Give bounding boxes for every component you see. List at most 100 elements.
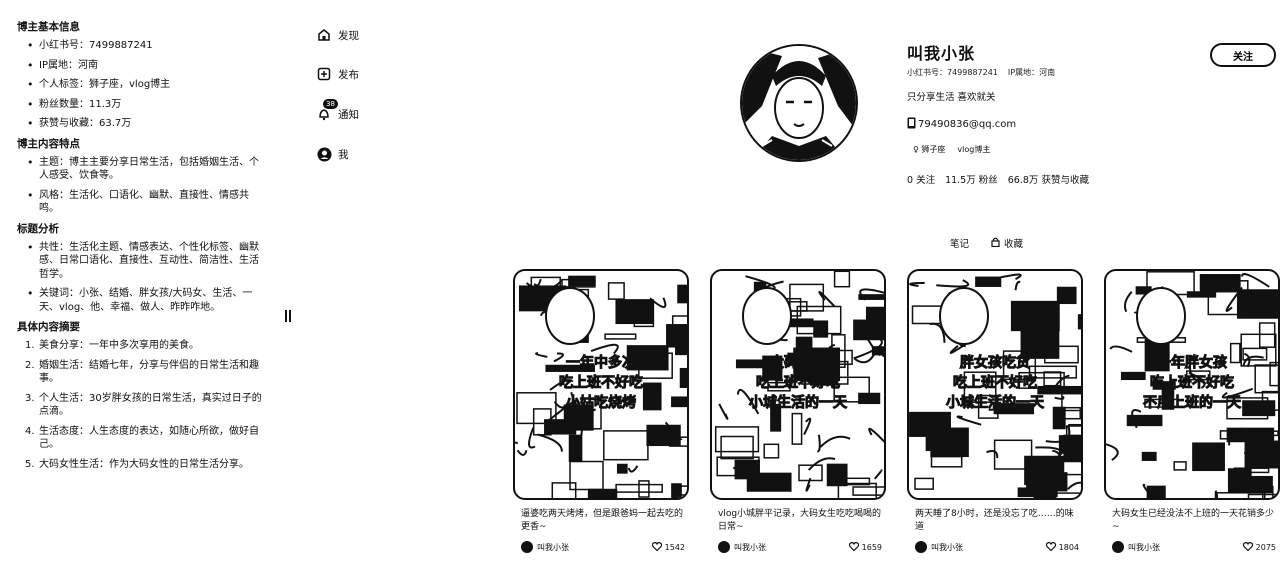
profile-avatar (740, 44, 858, 162)
list-item-text: 风格：生活化、口语化、幽默、直接性、情感共鸣。 (39, 189, 249, 215)
home-icon (316, 27, 332, 43)
list-item-text: 粉丝数量：11.3万 (39, 98, 122, 110)
note-likes[interactable]: 1804 (1045, 541, 1079, 553)
note-card[interactable]: 大码女生 吃上班不好吃 小城生活的一天 vlog小城胖平记录，大码女生吃吃喝喝的… (710, 269, 886, 567)
bell-icon: 38 (316, 99, 338, 122)
list-item-text: 大码女性生活：作为大码女性的日常生活分享。 (39, 458, 249, 470)
note-title[interactable]: 两天睡了8小时，还是没忘了吃……的味道 (907, 508, 1083, 534)
list-item-text: 婚姻生活：结婚七年，分享与伴侣的日常生活和趣事。 (39, 359, 259, 385)
cover-line: 不用上班的一天 (1143, 395, 1242, 412)
email-text: 79490836@qq.com (918, 119, 1017, 130)
note-footer: 叫我小张 1542 (513, 541, 689, 553)
author-avatar (521, 541, 533, 553)
list-item: 4. 生活态度：人生态度的表达，如随心所欲，做好自己。 (25, 425, 267, 452)
note-cover-image[interactable]: 一年中多次 吃上班不好吃 小姑吃烧烤 (513, 269, 689, 500)
stat-likes: 66.8万 获赞与收藏 (1007, 175, 1089, 186)
blogger-info-content: 博主基本信息小红书号：7499887241 IP属地：河南个人标签：狮子座，vlo… (17, 16, 267, 477)
note-likes[interactable]: 1659 (848, 541, 882, 553)
panel-resize-handle[interactable] (285, 310, 291, 322)
cover-line: 小姑吃烧烤 (566, 395, 637, 412)
author-name: 叫我小张 (931, 542, 963, 552)
list-item: 主题：博主主要分享日常生活，包括婚姻生活、个人感受、饮食等。 (27, 156, 267, 183)
note-footer: 叫我小张 1804 (907, 541, 1083, 553)
profile-ip: IP属地：河南 (1007, 68, 1056, 77)
likes-count: 1542 (664, 542, 685, 552)
tab-collections-label: 收藏 (1004, 239, 1024, 250)
nav-item-notifications[interactable]: 38 通知 (316, 99, 359, 123)
section-list: 1. 美食分享：一年中多次享用的美食。 2. 婚姻生活：结婚七年，分享与伴侣的日常生活… (17, 339, 267, 471)
cover-line: 胖女孩吃货 (960, 355, 1031, 372)
nav-label: 通知 (338, 108, 359, 121)
note-footer: 叫我小张 1659 (710, 541, 886, 553)
cover-overlay-text: 胖女孩吃货 吃上班不好吃 小城生活的一天 (909, 353, 1081, 413)
likes-count: 1659 (861, 542, 882, 552)
note-card[interactable]: 胖女孩吃货 吃上班不好吃 小城生活的一天 两天睡了8小时，还是没忘了吃……的味道… (907, 269, 1083, 567)
list-item: IP属地：河南 (27, 59, 267, 73)
nav-label: 我 (338, 148, 349, 161)
blogger-info-panel: 博主基本信息小红书号：7499887241 IP属地：河南个人标签：狮子座，vlo… (0, 0, 300, 567)
stat-following[interactable]: 0 关注 (907, 172, 935, 186)
cover-line: 一年中多次 (566, 355, 637, 372)
cover-line: 吃上班不好吃 (559, 375, 644, 392)
profile-meta: 小红书号：7499887241 IP属地：河南 (907, 67, 1055, 78)
author-avatar (915, 541, 927, 553)
list-item: 3. 个人生活：30岁胖女孩的日常生活，真实过日子的点滴。 (25, 392, 267, 419)
note-footer: 叫我小张 2075 (1104, 541, 1280, 553)
note-author[interactable]: 叫我小张 (718, 541, 766, 553)
note-author[interactable]: 叫我小张 (521, 541, 569, 553)
section-title: 具体内容摘要 (17, 321, 80, 333)
nav-item-discover[interactable]: 发现 (316, 26, 359, 44)
profile-tags: ♀ 狮子座 vlog博主 (913, 144, 990, 155)
tab-collections[interactable]: 收藏 (991, 236, 1023, 250)
list-item: 个人标签：狮子座，vlog博主 (27, 78, 267, 92)
notification-badge: 38 (323, 99, 338, 109)
note-card[interactable]: 一年胖女孩 吃上班不好吃 不用上班的一天 大码女生已经没法不上班的一天花销多少~… (1104, 269, 1280, 567)
follow-button[interactable]: 关注 (1210, 43, 1276, 67)
author-name: 叫我小张 (734, 542, 766, 552)
nav-label: 发布 (338, 68, 359, 81)
user-avatar-icon (316, 146, 332, 162)
likes-count: 2075 (1255, 542, 1276, 552)
nav-item-publish[interactable]: 发布 (316, 65, 359, 83)
tab-notes[interactable]: 笔记 (950, 236, 969, 250)
heart-icon (651, 541, 662, 553)
profile-description: 只分享生活 喜欢就关 (907, 92, 996, 103)
list-item-text: 个人标签：狮子座，vlog博主 (39, 79, 171, 90)
note-title[interactable]: 逼婆吃两天烤烤，但是跟爸妈一起去吃的更香~ (513, 508, 689, 534)
note-card[interactable]: 一年中多次 吃上班不好吃 小姑吃烧烤 逼婆吃两天烤烤，但是跟爸妈一起去吃的更香~… (513, 269, 689, 567)
list-item-text: 共性：生活化主题、情感表达、个性化标签、幽默感、日常口语化、直接性、互动性、简洁… (39, 241, 259, 280)
profile-tabs: 笔记 收藏 (950, 236, 1023, 250)
note-cover-image[interactable]: 胖女孩吃货 吃上班不好吃 小城生活的一天 (907, 269, 1083, 500)
cover-line: 吃上班不好吃 (953, 375, 1038, 392)
list-item: 粉丝数量：11.3万 (27, 98, 267, 112)
list-item-text: 关键词：小张、结婚、胖女孩/大码女、生活、一天、vlog、他、幸福、做人、昨昨咋… (39, 288, 253, 313)
nav-item-me[interactable]: 我 (316, 145, 349, 163)
note-likes[interactable]: 1542 (651, 541, 685, 553)
stat-followers[interactable]: 11.5万 粉丝 (945, 172, 998, 186)
cover-line: 小城生活的一天 (749, 395, 848, 412)
note-author[interactable]: 叫我小张 (1112, 541, 1160, 553)
note-likes[interactable]: 2075 (1242, 541, 1276, 553)
section-list: 共性：生活化主题、情感表达、个性化标签、幽默感、日常口语化、直接性、互动性、简洁… (17, 241, 267, 315)
list-item-text: 美食分享：一年中多次享用的美食。 (39, 340, 199, 351)
note-title[interactable]: 大码女生已经没法不上班的一天花销多少~ (1104, 508, 1280, 534)
note-title[interactable]: vlog小城胖平记录，大码女生吃吃喝喝的日常~ (710, 508, 886, 534)
list-item-text: 小红书号：7499887241 (39, 40, 153, 51)
section-title: 标题分析 (17, 222, 59, 235)
section-title: 博主基本信息 (17, 21, 80, 33)
note-cover-image[interactable]: 大码女生 吃上班不好吃 小城生活的一天 (710, 269, 886, 500)
cover-line: 吃上班不好吃 (756, 375, 841, 392)
list-item: 小红书号：7499887241 (27, 39, 267, 53)
profile-name: 叫我小张 (907, 44, 976, 63)
section-title: 博主内容特点 (17, 137, 80, 150)
profile-email: 79490836@qq.com (907, 117, 1016, 132)
lock-icon (991, 237, 1000, 250)
note-author[interactable]: 叫我小张 (915, 541, 963, 553)
list-number: 3. (25, 392, 35, 404)
cover-line: 大码女生 (770, 355, 827, 372)
cover-overlay-text: 一年中多次 吃上班不好吃 小姑吃烧烤 (515, 353, 687, 413)
author-name: 叫我小张 (1128, 542, 1160, 552)
list-item-text: 主题：博主主要分享日常生活，包括婚姻生活、个人感受、饮食等。 (39, 156, 259, 182)
note-cover-image[interactable]: 一年胖女孩 吃上班不好吃 不用上班的一天 (1104, 269, 1280, 500)
list-item: 风格：生活化、口语化、幽默、直接性、情感共鸣。 (27, 189, 267, 216)
